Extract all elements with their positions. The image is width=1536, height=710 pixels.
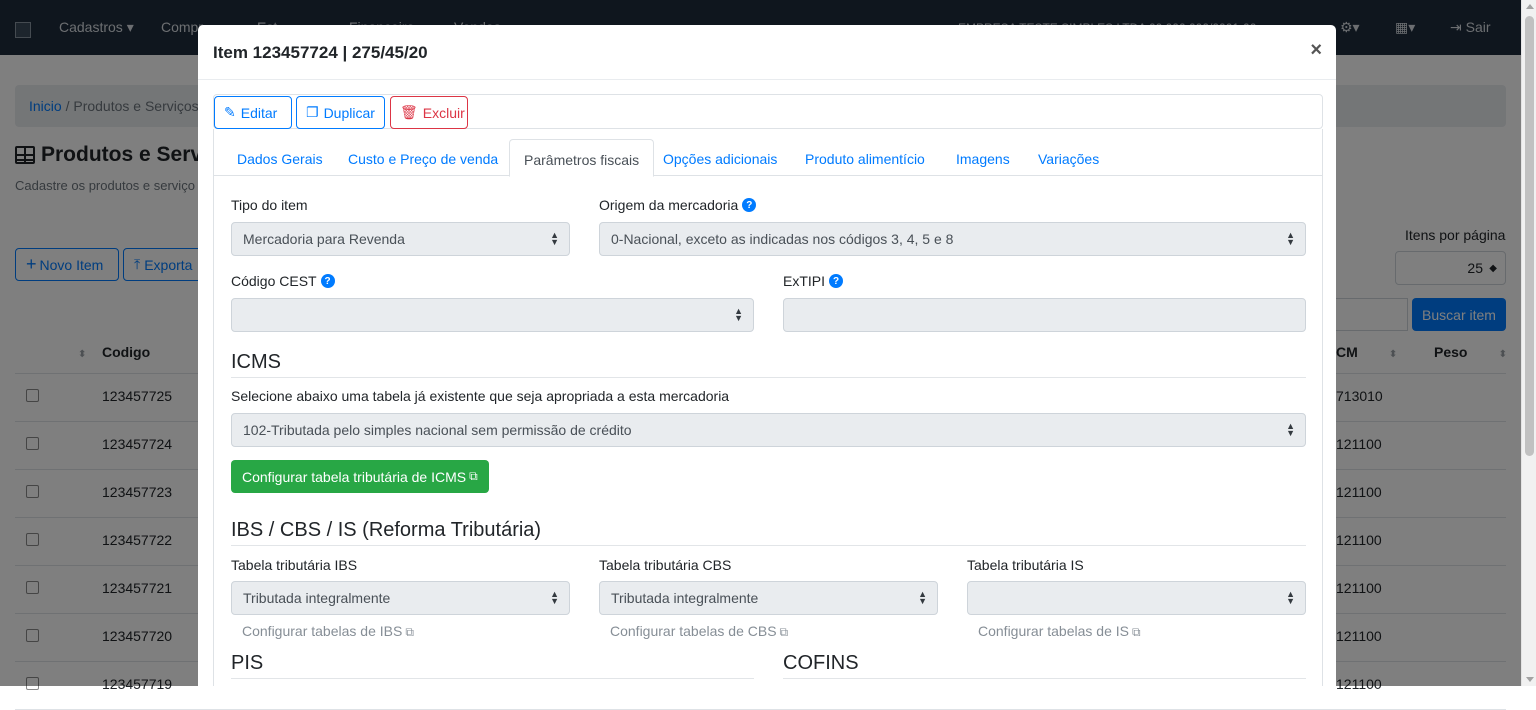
select-caret-icon: ▲ ▼	[550, 230, 559, 247]
edit-icon: ✎	[224, 104, 236, 120]
cbs-select[interactable]: Tributada integralmente ▲ ▼	[599, 581, 938, 615]
select-caret-icon: ▲ ▼	[918, 589, 927, 606]
item-modal: Item 123457724 | 275/45/20 × ✎ Editar ❐ …	[198, 25, 1336, 686]
copy-icon: ❐	[306, 104, 319, 120]
help-icon[interactable]: ?	[829, 274, 844, 288]
cest-label-text: Código CEST	[231, 273, 317, 289]
tab-variacoes[interactable]: Variações	[1038, 139, 1099, 176]
duplicate-label: Duplicar	[323, 104, 375, 121]
modal-title: Item 123457724 | 275/45/20	[213, 43, 428, 62]
tab-bar: Dados Gerais Custo e Preço de venda Parâ…	[214, 139, 1322, 177]
tipo-item-select[interactable]: Mercadoria para Revenda ▲ ▼	[231, 222, 570, 256]
section-divider	[231, 377, 1306, 378]
tab-imagens[interactable]: Imagens	[956, 139, 1010, 176]
tipo-item-label: Tipo do item	[231, 197, 308, 213]
configure-cbs-label: Configurar tabelas de CBS	[610, 623, 777, 639]
scroll-up-arrow[interactable]	[1526, 4, 1534, 9]
configure-ibs-link[interactable]: Configurar tabelas de IBS ⧉	[242, 623, 414, 640]
external-link-icon: ⧉	[779, 625, 789, 639]
cbs-label: Tabela tributária CBS	[599, 557, 732, 573]
cest-select[interactable]: ▲ ▼	[231, 298, 754, 332]
scroll-thumb[interactable]	[1525, 16, 1534, 456]
scroll-down-arrow[interactable]	[1526, 677, 1534, 682]
extipi-input[interactable]	[783, 298, 1306, 332]
cest-label: Código CEST ?	[231, 273, 335, 289]
icms-value: 102-Tributada pelo simples nacional sem …	[243, 422, 632, 438]
configure-cbs-link[interactable]: Configurar tabelas de CBS ⧉	[610, 623, 788, 640]
action-bar: ✎ Editar ❐ Duplicar 🗑 Excluir	[213, 94, 1323, 129]
is-select[interactable]: ▲ ▼	[967, 581, 1306, 615]
origem-label-text: Origem da mercadoria	[599, 197, 739, 213]
external-link-icon: ⧉	[469, 469, 478, 483]
help-icon[interactable]: ?	[742, 198, 757, 212]
ibs-select[interactable]: Tributada integralmente ▲ ▼	[231, 581, 570, 615]
tipo-item-label-text: Tipo do item	[231, 197, 308, 213]
external-link-icon: ⧉	[1131, 625, 1141, 639]
select-caret-icon: ▲ ▼	[1286, 230, 1295, 247]
icms-title: ICMS	[231, 351, 281, 373]
section-divider	[231, 678, 754, 679]
icms-select[interactable]: 102-Tributada pelo simples nacional sem …	[231, 413, 1306, 447]
configure-is-link[interactable]: Configurar tabelas de IS ⧉	[978, 623, 1141, 640]
configure-ibs-label: Configurar tabelas de IBS	[242, 623, 403, 639]
edit-label: Editar	[240, 104, 278, 121]
ibs-value: Tributada integralmente	[243, 590, 391, 606]
tab-opcoes-adicionais[interactable]: Opções adicionais	[663, 139, 777, 176]
is-label: Tabela tributária IS	[967, 557, 1084, 573]
configure-icms-label: Configurar tabela tributária de ICMS	[242, 468, 467, 485]
page-scrollbar[interactable]	[1521, 0, 1536, 686]
ibs-label: Tabela tributária IBS	[231, 557, 358, 573]
cbs-value: Tributada integralmente	[611, 590, 759, 606]
edit-button[interactable]: ✎ Editar	[214, 96, 292, 129]
origem-select[interactable]: 0-Nacional, exceto as indicadas nos códi…	[599, 222, 1306, 256]
section-divider	[783, 678, 1306, 679]
origem-label: Origem da mercadoria ?	[599, 197, 757, 213]
delete-button[interactable]: 🗑 Excluir	[390, 96, 468, 129]
select-caret-icon: ▲ ▼	[550, 589, 559, 606]
select-caret-icon: ▲ ▼	[734, 306, 743, 323]
tab-dados-gerais[interactable]: Dados Gerais	[237, 139, 323, 176]
help-icon[interactable]: ?	[320, 274, 335, 288]
tipo-item-value: Mercadoria para Revenda	[243, 231, 405, 247]
configure-is-label: Configurar tabelas de IS	[978, 623, 1129, 639]
modal-header: Item 123457724 | 275/45/20 ×	[198, 25, 1336, 80]
configure-icms-button[interactable]: Configurar tabela tributária de ICMS ⧉	[231, 460, 489, 493]
reforma-title: IBS / CBS / IS (Reforma Tributária)	[231, 519, 542, 541]
icms-instruction: Selecione abaixo uma tabela já existente…	[231, 388, 730, 404]
tab-custo-preco[interactable]: Custo e Preço de venda	[348, 139, 498, 176]
select-caret-icon: ▲ ▼	[1286, 421, 1295, 438]
tab-parametros-fiscais[interactable]: Parâmetros fiscais	[509, 139, 655, 177]
select-caret-icon: ▲ ▼	[1286, 589, 1295, 606]
close-icon[interactable]: ×	[1310, 39, 1322, 62]
section-divider	[231, 545, 1306, 546]
duplicate-button[interactable]: ❐ Duplicar	[296, 96, 385, 129]
delete-label: Excluir	[422, 104, 465, 121]
extipi-label-text: ExTIPI	[783, 273, 826, 289]
origem-value: 0-Nacional, exceto as indicadas nos códi…	[611, 231, 954, 247]
trash-icon: 🗑	[400, 104, 418, 120]
pis-title: PIS	[231, 652, 264, 674]
extipi-label: ExTIPI ?	[783, 273, 844, 289]
external-link-icon: ⧉	[405, 625, 414, 639]
tab-produto-alimenticio[interactable]: Produto alimentício	[805, 139, 925, 176]
cofins-title: COFINS	[783, 652, 859, 674]
